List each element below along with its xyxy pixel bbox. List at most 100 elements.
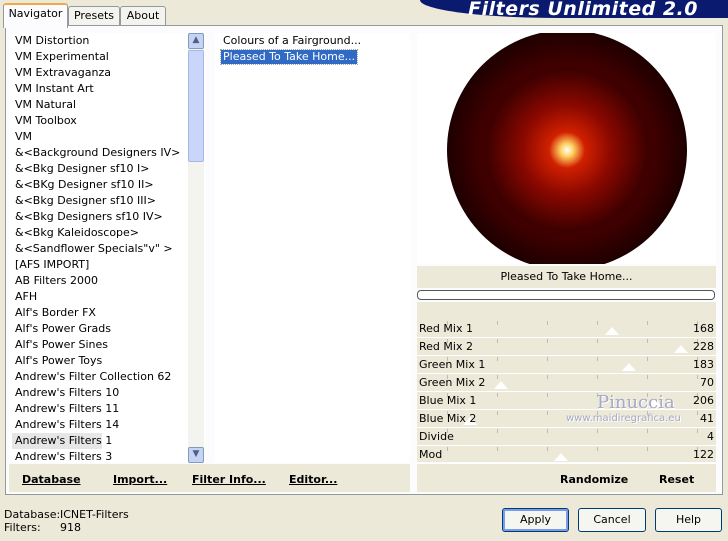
param-label: Red Mix 1 <box>419 322 473 335</box>
slider-tick <box>597 339 598 343</box>
param-row[interactable]: Divide 4 <box>417 429 716 446</box>
app-title: Filters Unlimited 2.0 <box>468 0 698 20</box>
category-item[interactable]: [AFS IMPORT] <box>15 257 89 273</box>
filter-item-selected[interactable]: Pleased To Take Home... <box>219 49 359 65</box>
param-row[interactable]: Red Mix 2 228 <box>417 339 716 356</box>
category-item[interactable]: Andrew's Filters 10 <box>15 385 119 401</box>
category-item[interactable]: VM Extravaganza <box>15 65 111 81</box>
app-title-banner: Filters Unlimited 2.0 <box>420 0 728 20</box>
reset-button[interactable]: Reset <box>659 473 694 486</box>
slider-tick <box>547 429 548 433</box>
category-item[interactable]: &<Bkg Designer sf10 I> <box>15 161 150 177</box>
slider-tick <box>697 411 698 415</box>
param-value: 168 <box>693 322 714 335</box>
param-value: 4 <box>707 430 714 443</box>
slider-tick <box>647 447 648 451</box>
filter-info-link[interactable]: Filter Info... <box>192 473 266 486</box>
category-item[interactable]: Andrew's Filters 11 <box>15 401 119 417</box>
scroll-up-button[interactable]: ▲ <box>188 33 204 49</box>
category-item[interactable]: Andrew's Filter Collection 62 <box>15 369 171 385</box>
slider-tick <box>647 357 648 361</box>
slider-tick <box>547 375 548 379</box>
slider-tick <box>647 375 648 379</box>
param-label: Divide <box>419 430 454 443</box>
param-value: 228 <box>693 340 714 353</box>
slider-tick <box>497 321 498 325</box>
slider-tick <box>647 429 648 433</box>
param-row[interactable]: Mod 122 <box>417 447 716 464</box>
slider-tick <box>597 429 598 433</box>
category-item[interactable]: &<BKg Designer sf10 II> <box>15 177 154 193</box>
status-database-value: ICNET-Filters <box>60 508 129 521</box>
param-label: Mod <box>419 448 443 461</box>
category-item[interactable]: AB Filters 2000 <box>15 273 98 289</box>
category-item[interactable]: &<Background Designers IV> <box>15 145 180 161</box>
filter-list[interactable] <box>215 33 410 463</box>
slider-tick <box>497 429 498 433</box>
slider-track[interactable] <box>417 337 716 338</box>
category-item[interactable]: &<Bkg Designers sf10 IV> <box>15 209 163 225</box>
param-label: Blue Mix 2 <box>419 412 477 425</box>
param-row[interactable]: Green Mix 2 70 <box>417 375 716 392</box>
database-link[interactable]: Database <box>22 473 81 486</box>
slider-tick <box>597 321 598 325</box>
scroll-down-button[interactable]: ▼ <box>188 447 204 463</box>
category-item[interactable]: Alf's Power Toys <box>15 353 102 369</box>
category-item[interactable]: &<Bkg Designer sf10 III> <box>15 193 156 209</box>
category-item[interactable]: Andrew's Filters 14 <box>15 417 119 433</box>
slider-tick <box>447 447 448 451</box>
slider-tick <box>697 429 698 433</box>
slider-track[interactable] <box>417 427 716 428</box>
param-value: 183 <box>693 358 714 371</box>
category-item[interactable]: VM Experimental <box>15 49 109 65</box>
help-button[interactable]: Help <box>655 508 722 532</box>
slider-thumb[interactable] <box>605 327 620 335</box>
category-item[interactable]: Alf's Border FX <box>15 305 96 321</box>
slider-thumb[interactable] <box>673 345 688 353</box>
slider-tick <box>497 375 498 379</box>
apply-button[interactable]: Apply <box>502 508 569 532</box>
watermark-site: www.maidiregrafica.eu <box>566 413 681 424</box>
preview-image <box>447 30 687 270</box>
slider-tick <box>547 357 548 361</box>
category-item[interactable]: VM Distortion <box>15 33 89 49</box>
category-item[interactable]: Andrew's Filters 1 <box>12 433 112 449</box>
category-item[interactable]: Andrew's Filters 3 <box>15 449 112 465</box>
filter-item[interactable]: Colours of a Fairground... <box>221 34 363 48</box>
category-item[interactable]: Alf's Power Grads <box>15 321 111 337</box>
slider-thumb[interactable] <box>553 453 568 461</box>
category-item[interactable]: Alf's Power Sines <box>15 337 108 353</box>
slider-thumb[interactable] <box>493 381 508 389</box>
category-item[interactable]: VM Toolbox <box>15 113 77 129</box>
slider-tick <box>547 447 548 451</box>
category-item[interactable]: &<Bkg Kaleidoscope> <box>15 225 139 241</box>
editor-link[interactable]: Editor... <box>289 473 337 486</box>
randomize-button[interactable]: Randomize <box>560 473 628 486</box>
preview-filter-name: Pleased To Take Home... <box>417 266 716 288</box>
watermark-name: Pinuccia <box>597 392 675 413</box>
category-item[interactable]: &<Sandflower Specials"v" > <box>15 241 173 257</box>
slider-track[interactable] <box>417 373 716 374</box>
tab-presets[interactable]: Presets <box>68 6 120 26</box>
slider-tick <box>547 321 548 325</box>
category-item[interactable]: VM Instant Art <box>15 81 94 97</box>
category-item[interactable]: VM Natural <box>15 97 76 113</box>
slider-track[interactable] <box>417 445 716 446</box>
slider-tick <box>647 321 648 325</box>
param-value: 41 <box>700 412 714 425</box>
slider-track[interactable] <box>417 355 716 356</box>
import-link[interactable]: Import... <box>113 473 167 486</box>
tab-navigator[interactable]: Navigator <box>3 3 68 28</box>
slider-tick <box>697 375 698 379</box>
category-item[interactable]: VM <box>15 129 32 145</box>
param-row[interactable]: Red Mix 1 168 <box>417 321 716 338</box>
param-row[interactable]: Green Mix 1 183 <box>417 357 716 374</box>
slider-tick <box>597 357 598 361</box>
tab-about[interactable]: About <box>120 6 166 26</box>
cancel-button[interactable]: Cancel <box>578 508 646 532</box>
slider-thumb[interactable] <box>622 363 637 371</box>
category-item[interactable]: AFH <box>15 289 37 305</box>
category-scrollbar[interactable]: ▲ ▼ <box>188 33 204 463</box>
slider-tick <box>497 411 498 415</box>
scroll-thumb[interactable] <box>188 50 204 162</box>
